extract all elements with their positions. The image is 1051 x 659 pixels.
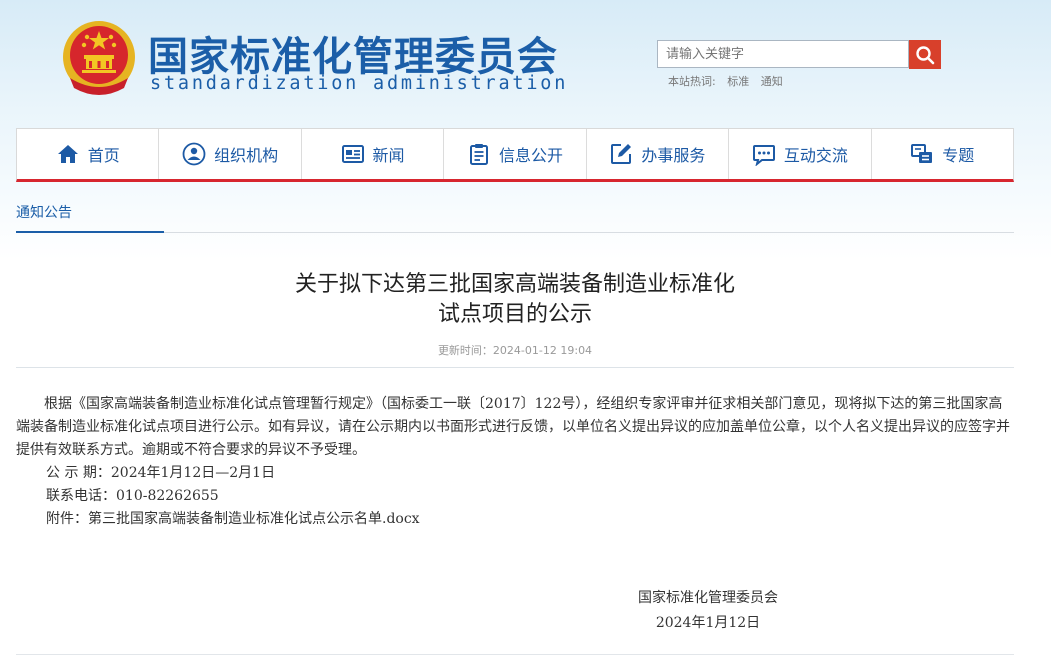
organization-icon [182, 142, 206, 166]
hot-word-standard[interactable]: 标准 [727, 75, 749, 88]
article-content: 根据《国家高端装备制造业标准化试点管理暂行规定》（国标委工一联〔2017〕122… [16, 393, 1014, 531]
nav-item-label: 办事服务 [641, 146, 706, 165]
nav-item-label: 信息公开 [498, 146, 563, 165]
nav-item-label: 专题 [942, 146, 975, 165]
attachment: 附件：第三批国家高端装备制造业标准化试点公示名单.docx [16, 508, 1014, 531]
nav-item-interaction[interactable]: 互动交流 [729, 129, 872, 179]
site-header: 国家标准化管理委员会 standardization administratio… [0, 0, 1051, 128]
attachment-link[interactable]: 第三批国家高端装备制造业标准化试点公示名单.docx [88, 511, 420, 527]
nav-item-topics[interactable]: 专题 [872, 129, 1013, 179]
breadcrumb-notices[interactable]: 通知公告 [16, 202, 164, 233]
signature-org: 国家标准化管理委员会 [638, 590, 778, 606]
nav-item-services[interactable]: 办事服务 [587, 129, 730, 179]
nav-item-home[interactable]: 首页 [17, 129, 160, 179]
edit-icon [611, 144, 632, 164]
bottom-divider [16, 654, 1014, 655]
article-title-line2: 试点项目的公示 [437, 302, 592, 327]
update-time: 更新时间：2024-01-12 19:04 [437, 344, 593, 357]
article-body: 根据《国家高端装备制造业标准化试点管理暂行规定》（国标委工一联〔2017〕122… [16, 396, 1010, 458]
hot-word-notice[interactable]: 通知 [761, 75, 783, 88]
nav-item-label: 首页 [87, 146, 120, 165]
search-icon [916, 45, 935, 64]
nav-item-label: 新闻 [372, 146, 405, 165]
national-emblem-icon [63, 21, 135, 95]
contact-phone: 联系电话：010-82262655 [46, 488, 219, 504]
nav-item-organization[interactable]: 组织机构 [159, 129, 302, 179]
divider [16, 367, 1014, 368]
chat-icon [752, 145, 775, 166]
news-icon [341, 145, 364, 163]
publicity-period: 公 示 期：2024年1月12日—2月1日 [46, 465, 276, 481]
nav-item-label: 组织机构 [214, 146, 279, 165]
hot-words: 本站热词: 标准 通知 [668, 73, 791, 89]
search-button[interactable] [909, 40, 941, 69]
article-title-line1: 关于拟下达第三批国家高端装备制造业标准化 [294, 272, 735, 297]
attachment-label: 附件： [46, 511, 88, 527]
search-input[interactable] [657, 40, 909, 68]
topics-icon [911, 144, 933, 163]
nav-item-info-disclosure[interactable]: 信息公开 [444, 129, 587, 179]
hot-words-label: 本站热词: [668, 75, 716, 88]
site-subtitle: standardization administration [150, 73, 569, 94]
home-icon [57, 145, 78, 163]
main-nav: 首页 组织机构 新闻 信息公开 办事服务 互动交流 专题 [16, 128, 1014, 182]
nav-item-news[interactable]: 新闻 [302, 129, 445, 179]
signature: 国家标准化管理委员会 2024年1月12日 [610, 586, 806, 636]
clipboard-icon [469, 144, 488, 165]
signature-date: 2024年1月12日 [655, 615, 761, 631]
breadcrumb: 通知公告 [16, 202, 1014, 233]
article-title: 关于拟下达第三批国家高端装备制造业标准化 试点项目的公示 [16, 270, 1014, 330]
nav-item-label: 互动交流 [783, 146, 848, 165]
